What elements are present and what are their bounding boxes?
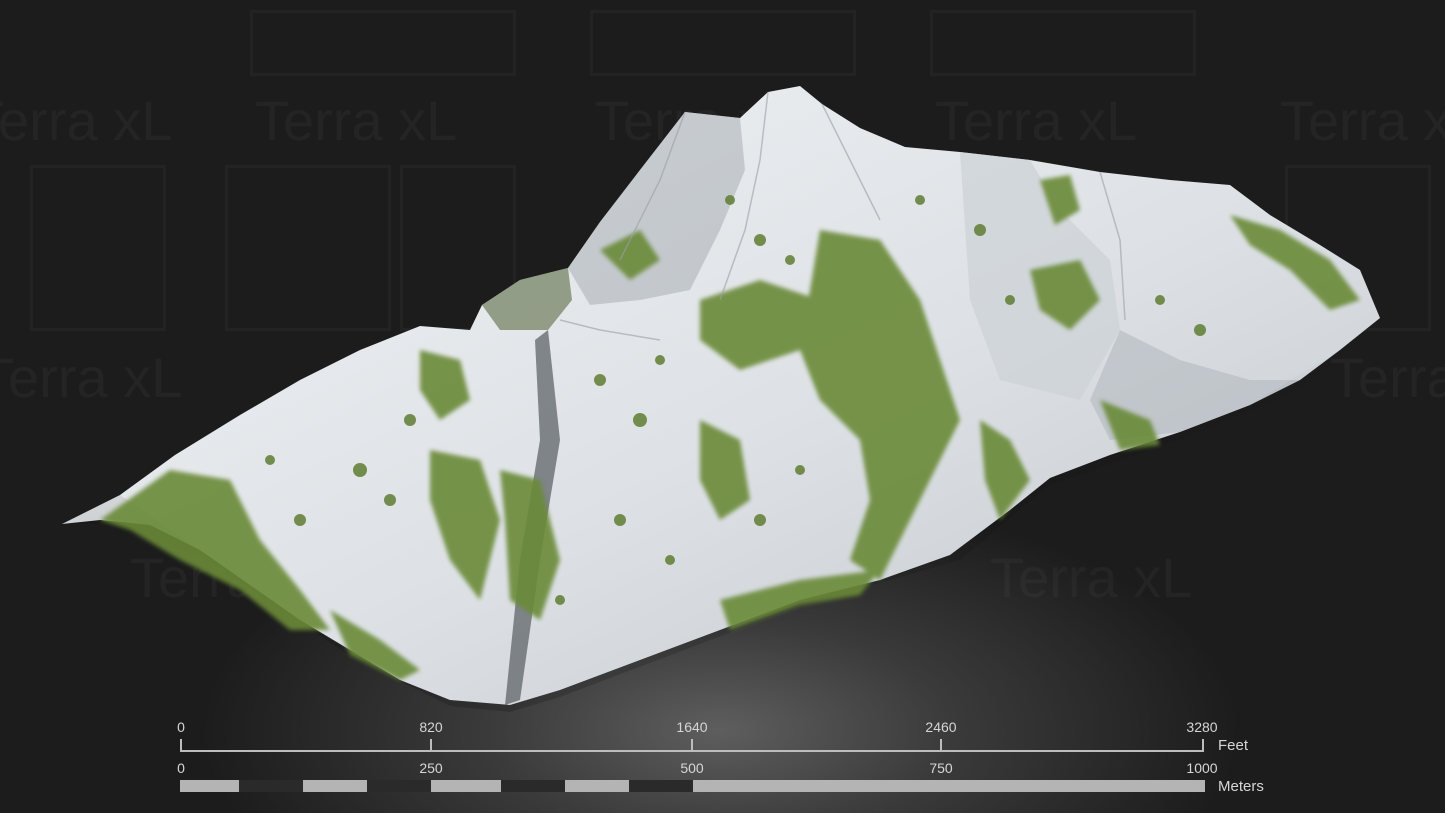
- meters-segment: [180, 780, 239, 792]
- meters-unit-label: Meters: [1218, 778, 1264, 795]
- feet-tick-label: 0: [177, 719, 185, 735]
- feet-unit-label: Feet: [1218, 737, 1249, 754]
- meters-tick-label: 1000: [1186, 760, 1218, 776]
- meters-tick-label: 250: [419, 760, 443, 776]
- meters-tick-label: 500: [680, 760, 704, 776]
- feet-tick: [691, 739, 693, 752]
- meters-segment: [629, 780, 693, 792]
- meters-tick-label: 0: [177, 760, 185, 776]
- meters-tick-label: 750: [929, 760, 953, 776]
- viewport: Terra xL Terra xL Terra xL Terra xL Terr…: [0, 0, 1445, 813]
- meters-segment: [303, 780, 367, 792]
- meters-segment: [367, 780, 431, 792]
- feet-tick: [180, 739, 182, 752]
- meters-segment: [239, 780, 303, 792]
- scale-bar: 0 820 1640 2460 3280 Feet 0 250 500 750 …: [0, 0, 1445, 813]
- feet-tick-label: 820: [419, 719, 443, 735]
- feet-tick-label: 1640: [676, 719, 708, 735]
- meters-segment: [693, 780, 1205, 792]
- feet-tick: [430, 739, 432, 752]
- feet-tick-label: 3280: [1186, 719, 1218, 735]
- meters-segment: [501, 780, 565, 792]
- meters-segment: [565, 780, 629, 792]
- feet-tick: [940, 739, 942, 752]
- feet-tick: [1202, 739, 1204, 752]
- meters-segment: [431, 780, 501, 792]
- feet-tick-label: 2460: [925, 719, 957, 735]
